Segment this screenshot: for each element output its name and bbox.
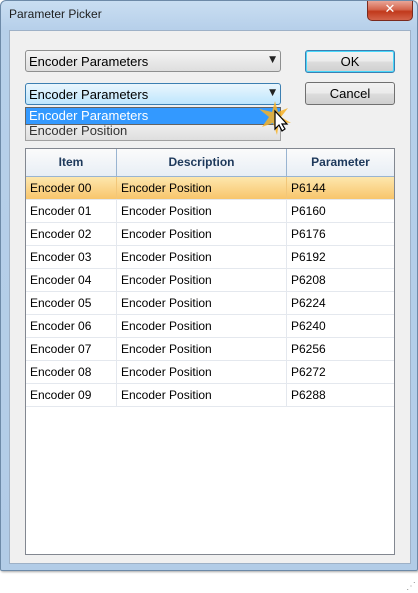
parameter-cell: P6272 — [291, 365, 326, 379]
parameter-cell: P6160 — [291, 204, 326, 218]
dialog-client-area: Encoder Parameters ▼ OK Cancel Encoder P… — [9, 30, 416, 592]
item-cell: Encoder 05 — [26, 292, 117, 314]
description-cell: Encoder Position — [117, 361, 287, 383]
item-cell: Encoder 03 — [26, 246, 117, 268]
category-combo[interactable]: Encoder Parameters ▼ — [25, 50, 281, 72]
resize-grip-icon[interactable]: ⋰ — [406, 581, 418, 593]
column-header-description[interactable]: Description — [117, 149, 287, 176]
ok-button[interactable]: OK — [305, 50, 395, 73]
dropdown-item[interactable]: Encoder Parameters — [26, 108, 280, 124]
close-icon: ✕ — [384, 2, 396, 17]
item-cell: Encoder 02 — [26, 223, 117, 245]
table-row[interactable]: Encoder 09 Encoder Position P6288 — [26, 384, 394, 407]
parameter-cell: P6224 — [291, 296, 326, 310]
description-cell: Encoder Position — [117, 177, 287, 199]
close-button[interactable]: ✕ — [367, 1, 413, 21]
item-cell: Encoder 00 — [26, 177, 117, 199]
table-row[interactable]: Encoder 05 Encoder Position P6224 — [26, 292, 394, 315]
table-row[interactable]: Encoder 06 Encoder Position P6240 — [26, 315, 394, 338]
parameter-table[interactable]: Item Description Parameter Encoder 00 Enc… — [25, 148, 395, 555]
table-row[interactable]: Encoder 01 Encoder Position P6160 — [26, 200, 394, 223]
table-row[interactable]: Encoder 03 Encoder Position P6192 — [26, 246, 394, 269]
mouse-cursor-icon — [259, 101, 291, 135]
column-header-parameter[interactable]: Parameter — [287, 149, 394, 176]
table-row[interactable]: Encoder 07 Encoder Position P6256 — [26, 338, 394, 361]
selected-parameter-value: Encoder Position — [29, 123, 128, 138]
table-row[interactable]: Encoder 00 Encoder Position P6144 — [26, 177, 394, 200]
parameter-type-dropdown: Encoder Parameters — [25, 107, 281, 125]
table-row[interactable]: Encoder 02 Encoder Position P6176 — [26, 223, 394, 246]
table-row[interactable]: Encoder 08 Encoder Position P6272 — [26, 361, 394, 384]
description-cell: Encoder Position — [117, 200, 287, 222]
parameter-type-combo[interactable]: Encoder Parameters ▼ — [25, 83, 281, 105]
parameter-cell: P6288 — [291, 388, 326, 402]
column-header-item[interactable]: Item — [26, 149, 117, 176]
description-cell: Encoder Position — [117, 223, 287, 245]
description-cell: Encoder Position — [117, 338, 287, 360]
description-cell: Encoder Position — [117, 292, 287, 314]
description-cell: Encoder Position — [117, 246, 287, 268]
item-cell: Encoder 09 — [26, 384, 117, 406]
item-cell: Encoder 01 — [26, 200, 117, 222]
parameter-cell: P6208 — [291, 273, 326, 287]
parameter-cell: P6192 — [291, 250, 326, 264]
item-cell: Encoder 04 — [26, 269, 117, 291]
table-row[interactable]: Encoder 04 Encoder Position P6208 — [26, 269, 394, 292]
dropdown-item-label: Encoder Parameters — [29, 108, 149, 123]
cancel-button[interactable]: Cancel — [305, 82, 395, 105]
parameter-cell: P6240 — [291, 319, 326, 333]
category-combo-value: Encoder Parameters — [29, 54, 149, 69]
item-cell: Encoder 06 — [26, 315, 117, 337]
parameter-type-combo-value: Encoder Parameters — [29, 87, 149, 102]
parameter-cell: P6176 — [291, 227, 326, 241]
table-header: Item Description Parameter — [26, 149, 394, 177]
title-bar[interactable]: Parameter Picker ✕ — [1, 1, 417, 29]
parameter-picker-window: Parameter Picker ✕ Encoder Parameters ▼ … — [0, 0, 418, 592]
chevron-down-icon: ▼ — [269, 88, 276, 98]
window-title: Parameter Picker — [9, 7, 102, 21]
description-cell: Encoder Position — [117, 384, 287, 406]
item-cell: Encoder 08 — [26, 361, 117, 383]
parameter-cell: P6144 — [291, 181, 326, 195]
item-cell: Encoder 07 — [26, 338, 117, 360]
description-cell: Encoder Position — [117, 269, 287, 291]
description-cell: Encoder Position — [117, 315, 287, 337]
parameter-cell: P6256 — [291, 342, 326, 356]
chevron-down-icon: ▼ — [269, 55, 276, 65]
